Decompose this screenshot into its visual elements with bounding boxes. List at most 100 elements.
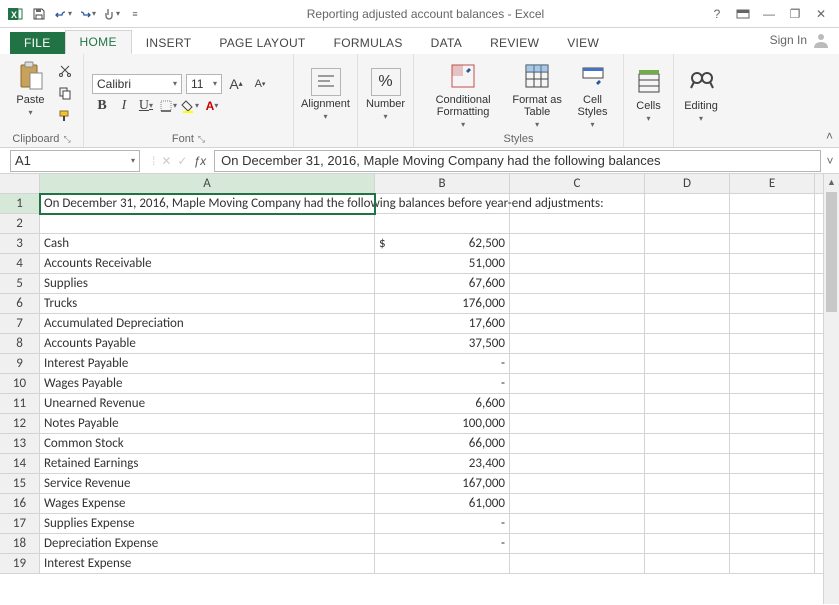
cell-C9[interactable] <box>510 354 645 374</box>
cell-C3[interactable] <box>510 234 645 254</box>
copy-icon[interactable] <box>55 83 75 103</box>
cell-E8[interactable] <box>730 334 815 354</box>
tab-view[interactable]: VIEW <box>553 32 613 54</box>
help-icon[interactable]: ? <box>705 3 729 25</box>
cell-E18[interactable] <box>730 534 815 554</box>
collapse-ribbon-icon[interactable]: ˄ <box>826 129 833 143</box>
cell-C18[interactable] <box>510 534 645 554</box>
cell-B11[interactable]: 6,600 <box>375 394 510 414</box>
tab-home[interactable]: HOME <box>65 30 132 54</box>
formula-expand-icon[interactable]: ˅ <box>821 154 839 168</box>
underline-button[interactable]: U▾ <box>136 96 156 116</box>
cell-B7[interactable]: 17,600 <box>375 314 510 334</box>
cancel-icon[interactable]: ✕ <box>161 154 171 168</box>
conditional-formatting-button[interactable]: Conditional Formatting▾ <box>422 58 504 131</box>
row-header-6[interactable]: 6 <box>0 294 40 314</box>
cell-E5[interactable] <box>730 274 815 294</box>
minimize-icon[interactable]: — <box>757 3 781 25</box>
fx-icon[interactable]: ƒx <box>193 154 206 168</box>
cell-D8[interactable] <box>645 334 730 354</box>
cell-B14[interactable]: 23,400 <box>375 454 510 474</box>
cell-B6[interactable]: 176,000 <box>375 294 510 314</box>
alignment-button[interactable]: Alignment ▾ <box>295 66 356 123</box>
cell-C13[interactable] <box>510 434 645 454</box>
tab-page-layout[interactable]: PAGE LAYOUT <box>205 32 319 54</box>
cell-D15[interactable] <box>645 474 730 494</box>
row-header-10[interactable]: 10 <box>0 374 40 394</box>
cell-A9[interactable]: Interest Payable <box>40 354 375 374</box>
cell-B9[interactable]: - <box>375 354 510 374</box>
cell-B10[interactable]: - <box>375 374 510 394</box>
row-header-17[interactable]: 17 <box>0 514 40 534</box>
row-header-12[interactable]: 12 <box>0 414 40 434</box>
cell-A3[interactable]: Cash <box>40 234 375 254</box>
cell-C2[interactable] <box>510 214 645 234</box>
cell-C15[interactable] <box>510 474 645 494</box>
touch-mode-icon[interactable]: ▾ <box>100 3 122 25</box>
cell-B19[interactable] <box>375 554 510 574</box>
cell-D17[interactable] <box>645 514 730 534</box>
qat-customize-icon[interactable]: ≡ <box>124 3 146 25</box>
cells-button[interactable]: Cells ▾ <box>627 64 671 125</box>
row-header-18[interactable]: 18 <box>0 534 40 554</box>
font-color-icon[interactable]: A▾ <box>202 96 222 116</box>
row-header-9[interactable]: 9 <box>0 354 40 374</box>
vertical-scrollbar[interactable]: ▲ <box>823 174 839 604</box>
cell-E6[interactable] <box>730 294 815 314</box>
cell-A10[interactable]: Wages Payable <box>40 374 375 394</box>
cell-D3[interactable] <box>645 234 730 254</box>
cell-D13[interactable] <box>645 434 730 454</box>
cell-A18[interactable]: Depreciation Expense <box>40 534 375 554</box>
cell-D6[interactable] <box>645 294 730 314</box>
cell-styles-button[interactable]: Cell Styles▾ <box>570 58 615 131</box>
formula-bar-input[interactable]: On December 31, 2016, Maple Moving Compa… <box>214 150 821 172</box>
cell-B12[interactable]: 100,000 <box>375 414 510 434</box>
name-box[interactable]: A1▾ <box>10 150 140 172</box>
cell-A2[interactable] <box>40 214 375 234</box>
paste-button[interactable]: Paste ▾ <box>9 58 53 119</box>
clipboard-launcher-icon[interactable]: ⤡ <box>63 134 70 144</box>
format-painter-icon[interactable] <box>55 106 75 126</box>
cell-C6[interactable] <box>510 294 645 314</box>
borders-icon[interactable]: ▾ <box>158 96 178 116</box>
col-header-E[interactable]: E <box>730 174 815 194</box>
restore-icon[interactable]: ❐ <box>783 3 807 25</box>
cell-A1[interactable]: On December 31, 2016, Maple Moving Compa… <box>40 194 375 214</box>
cell-A17[interactable]: Supplies Expense <box>40 514 375 534</box>
cell-E12[interactable] <box>730 414 815 434</box>
cell-E1[interactable] <box>730 194 815 214</box>
cell-D9[interactable] <box>645 354 730 374</box>
cell-C8[interactable] <box>510 334 645 354</box>
close-icon[interactable]: ✕ <box>809 3 833 25</box>
ribbon-display-icon[interactable] <box>731 3 755 25</box>
cell-B18[interactable]: - <box>375 534 510 554</box>
cell-D18[interactable] <box>645 534 730 554</box>
cell-A13[interactable]: Common Stock <box>40 434 375 454</box>
cell-D4[interactable] <box>645 254 730 274</box>
cell-D11[interactable] <box>645 394 730 414</box>
undo-icon[interactable]: ▾ <box>52 3 74 25</box>
cell-C19[interactable] <box>510 554 645 574</box>
cell-E7[interactable] <box>730 314 815 334</box>
cell-A15[interactable]: Service Revenue <box>40 474 375 494</box>
col-header-C[interactable]: C <box>510 174 645 194</box>
cell-C10[interactable] <box>510 374 645 394</box>
cell-C17[interactable] <box>510 514 645 534</box>
tab-formulas[interactable]: FORMULAS <box>320 32 417 54</box>
font-launcher-icon[interactable]: ⤡ <box>198 134 205 144</box>
cell-A6[interactable]: Trucks <box>40 294 375 314</box>
cell-C11[interactable] <box>510 394 645 414</box>
cell-A14[interactable]: Retained Earnings <box>40 454 375 474</box>
cell-B8[interactable]: 37,500 <box>375 334 510 354</box>
cell-E4[interactable] <box>730 254 815 274</box>
cell-C14[interactable] <box>510 454 645 474</box>
row-header-19[interactable]: 19 <box>0 554 40 574</box>
cell-E3[interactable] <box>730 234 815 254</box>
cell-A7[interactable]: Accumulated Depreciation <box>40 314 375 334</box>
cell-B13[interactable]: 66,000 <box>375 434 510 454</box>
cell-D2[interactable] <box>645 214 730 234</box>
fill-color-icon[interactable]: ▾ <box>180 96 200 116</box>
cell-B3[interactable]: $62,500 <box>375 234 510 254</box>
cell-E15[interactable] <box>730 474 815 494</box>
cell-E14[interactable] <box>730 454 815 474</box>
